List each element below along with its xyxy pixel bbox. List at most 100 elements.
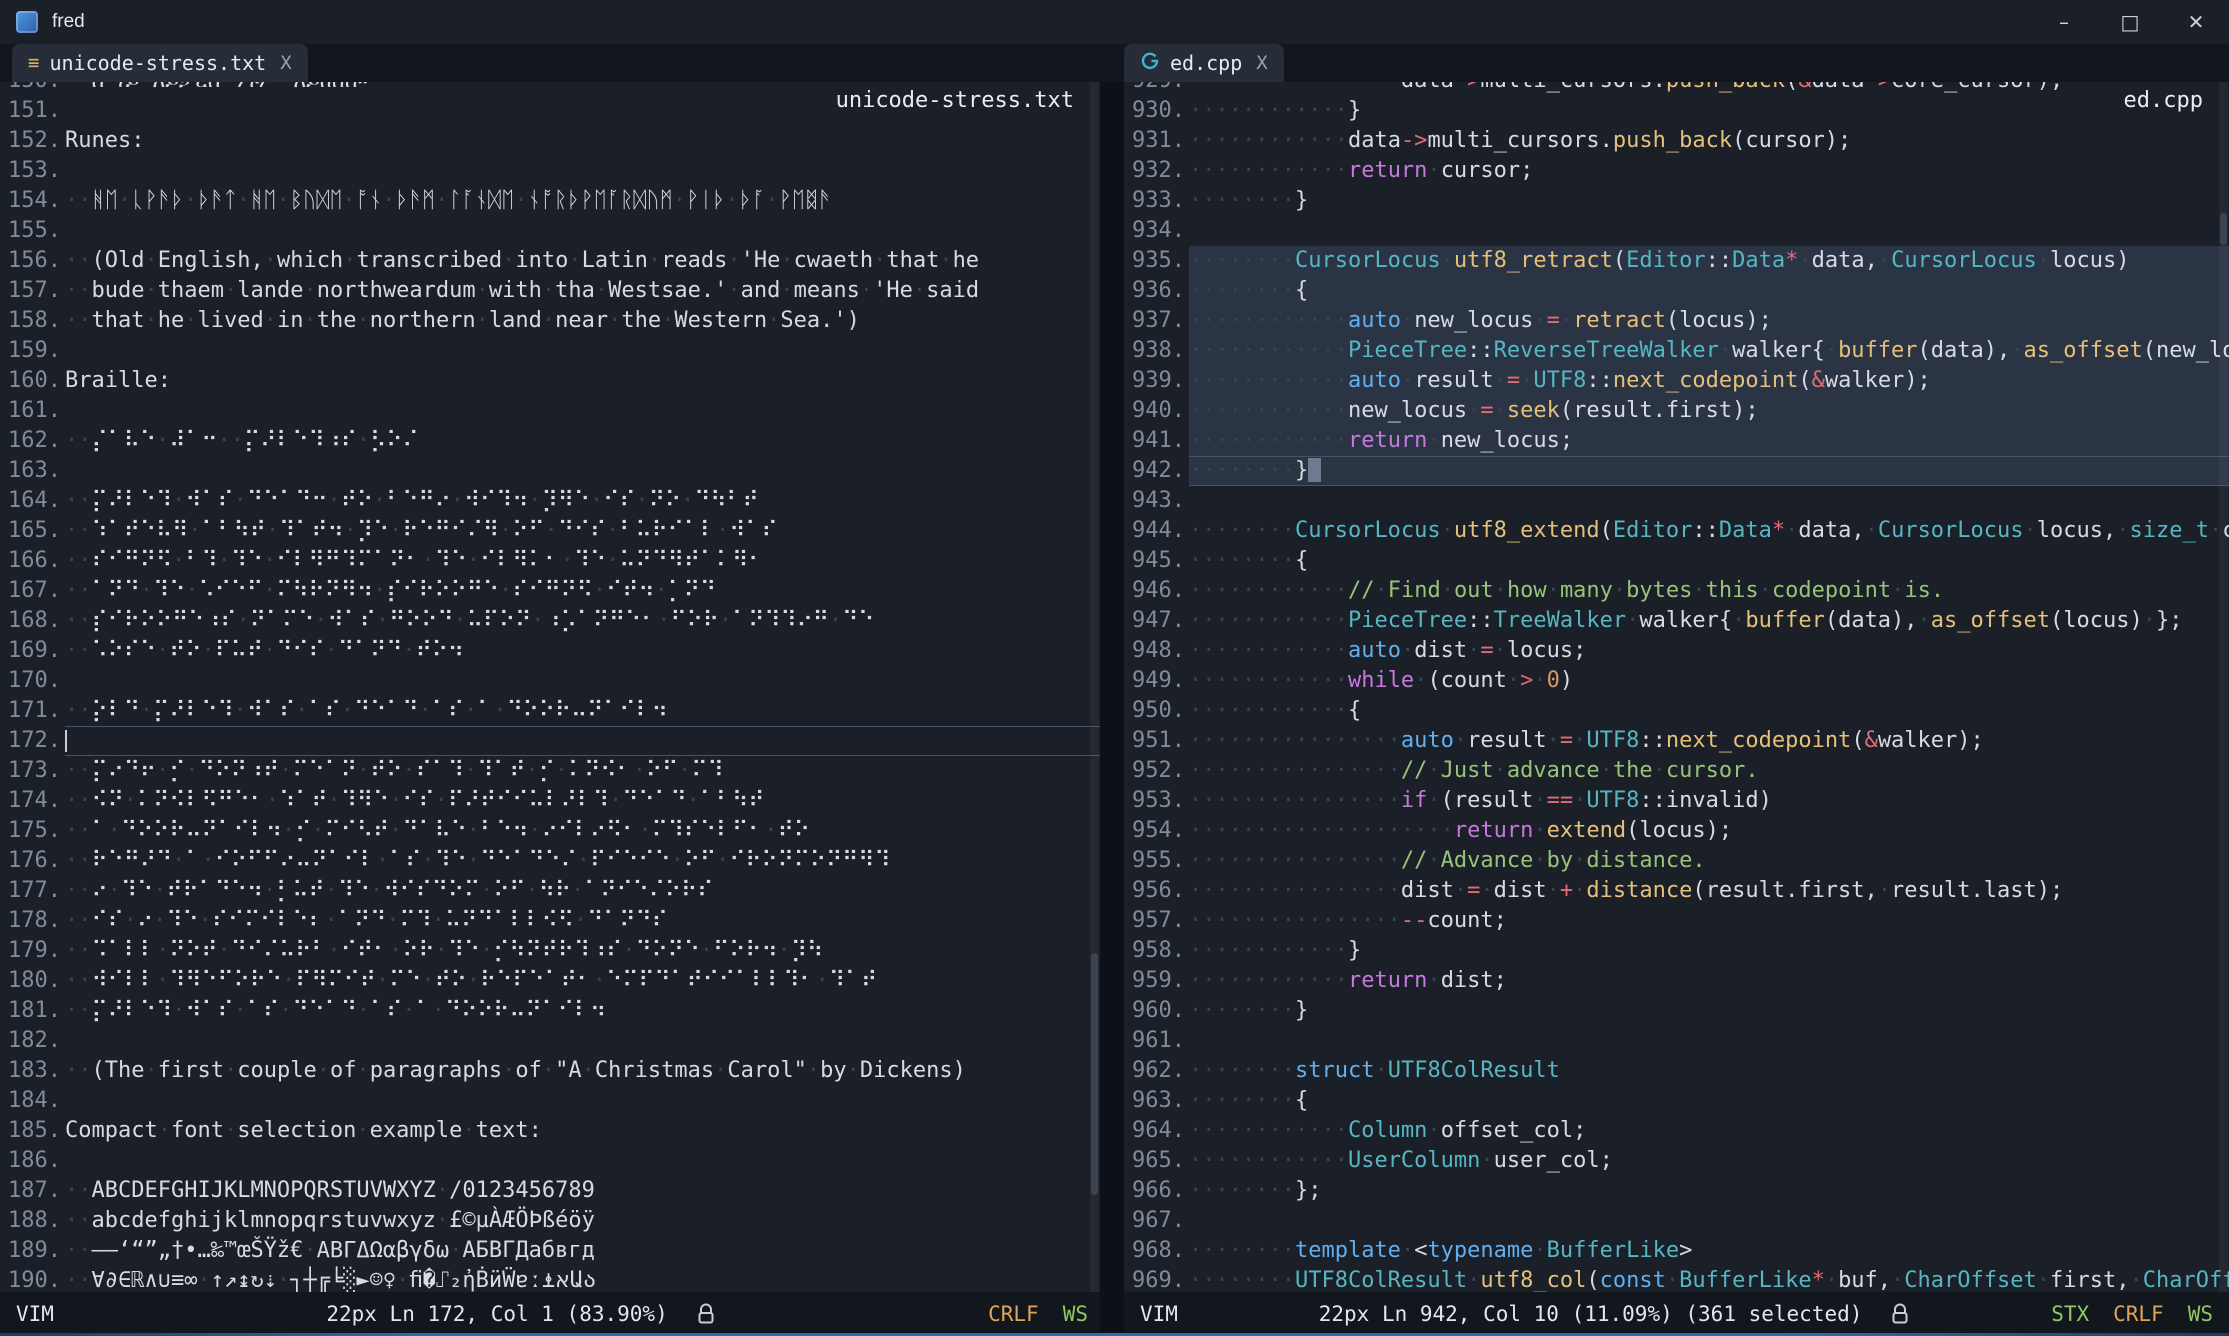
code-line-932[interactable]: 932.············return·cursor; [1124,156,2229,186]
code-line-941[interactable]: 941.············return·new_locus; [1124,426,2229,456]
text-line-152[interactable]: 152.Runes: [0,126,1100,156]
text-line-186[interactable]: 186. [0,1146,1100,1176]
close-button[interactable]: ✕ [2163,0,2229,44]
code-line-938[interactable]: 938.············PieceTree::ReverseTreeWa… [1124,336,2229,366]
code-line-947[interactable]: 947.············PieceTree::TreeWalker·wa… [1124,606,2229,636]
text-line-157[interactable]: 157.··bude·thaem·lande·northweardum·with… [0,276,1100,306]
tab-close-icon[interactable]: X [1256,52,1267,74]
code-line-946[interactable]: 946.············//·Find·out·how·many·byt… [1124,576,2229,606]
code-line-958[interactable]: 958.············} [1124,936,2229,966]
line-number: 179. [0,936,65,966]
text-line-171[interactable]: 171.··⡕⠇⠙·⡍⠜⠇⠑⠹·⠺⠁⠎·⠁⠎·⠙⠑⠁⠙·⠁⠎·⠁·⠙⠕⠕⠗⠤⠝⠁… [0,696,1100,726]
lock-icon[interactable] [1890,1302,1910,1326]
code-line-933[interactable]: 933.········} [1124,186,2229,216]
text-line-164[interactable]: 164.··⡍⠜⠇⠑⠹·⠺⠁⠎·⠙⠑⠁⠙⠒·⠞⠕·⠃⠑⠛⠔·⠺⠊⠹⠲·⡹⠻⠑·⠊… [0,486,1100,516]
text-line-180[interactable]: 180.··⠺⠊⠇⠇·⠹⠻⠑⠋⠕⠗⠑·⠏⠻⠍⠊⠞·⠍⠑·⠞⠕·⠗⠑⠏⠑⠁⠞⠂·⠑… [0,966,1100,996]
text-line-188[interactable]: 188.··abcdefghijklmnopqrstuvwxyz·£©µÀÆÖÞ… [0,1206,1100,1236]
text-line-166[interactable]: 166.··⠎⠊⠛⠝⠫·⠃⠹·⠹⠑·⠊⠇⠻⠛⠹⠍⠁⠝⠂·⠹⠑·⠊⠇⠻⠅⠂·⠹⠑·… [0,546,1100,576]
left-scrollbar[interactable] [1090,82,1099,1292]
text-line-182[interactable]: 182. [0,1026,1100,1056]
text-line-189[interactable]: 189.··–—‘“”„†•…‰™œŠŸž€·ΑΒΓΔΩαβγδω·АБВГДа… [0,1236,1100,1266]
code-line-936[interactable]: 936.········{ [1124,276,2229,306]
code-line-963[interactable]: 963.········{ [1124,1086,2229,1116]
text-line-173[interactable]: 173.··⡍⠔⠙⠖·⡊·⠙⠕⠝⠰⠞·⠍⠑⠁⠝·⠞⠕·⠎⠁⠹·⠹⠁⠞·⡊·⠅⠝⠪… [0,756,1100,786]
code-line-953[interactable]: 953.················if·(result·==·UTF8::… [1124,786,2229,816]
text-line-170[interactable]: 170. [0,666,1100,696]
text-line-172[interactable]: 172. [0,726,1100,756]
code-line-966[interactable]: 966.········}; [1124,1176,2229,1206]
code-line-954[interactable]: 954.····················return·extend(lo… [1124,816,2229,846]
text-line-185[interactable]: 185.Compact·font·selection·example·text: [0,1116,1100,1146]
text-line-159[interactable]: 159. [0,336,1100,366]
text-line-177[interactable]: 177.··⠔·⠹⠑·⠞⠗⠁⠙⠑⠲·⡃⠥⠞·⠹⠑·⠺⠊⠎⠙⠕⠍·⠕⠋·⠳⠗·⠁⠝… [0,876,1100,906]
text-line-155[interactable]: 155. [0,216,1100,246]
text-line-175[interactable]: 175.··⠁·⠙⠕⠕⠗⠤⠝⠁⠊⠇⠲·⡊·⠍⠊⠣⠞·⠙⠁⠧⠑·⠃⠑⠲·⠔⠊⠇⠔⠫… [0,816,1100,846]
text-line-153[interactable]: 153. [0,156,1100,186]
code-line-945[interactable]: 945.········{ [1124,546,2229,576]
code-line-968[interactable]: 968.········template·<typename·BufferLik… [1124,1236,2229,1266]
code-line-950[interactable]: 950.············{ [1124,696,2229,726]
code-line-952[interactable]: 952.················//·Just·advance·the·… [1124,756,2229,786]
text-line-179[interactable]: 179.··⠩⠁⠇⠇·⠝⠕⠞·⠙⠊⠌⠥⠗⠃·⠊⠞⠂·⠕⠗·⠹⠑·⡊⠳⠝⠞⠗⠹⠰⠎… [0,936,1100,966]
text-line-184[interactable]: 184. [0,1086,1100,1116]
code-line-944[interactable]: 944.········CursorLocus·utf8_extend(Edit… [1124,516,2229,546]
maximize-button[interactable]: □ [2097,0,2163,44]
code-line-959[interactable]: 959.············return·dist; [1124,966,2229,996]
line-number: 934. [1124,216,1189,246]
text-line-167[interactable]: 167.··⠁⠝⠙·⠹⠑·⠡⠊⠑⠋·⠍⠳⠗⠝⠻⠲·⡎⠊⠗⠕⠕⠛⠑·⠎⠊⠛⠝⠫·⠊… [0,576,1100,606]
code-line-929[interactable]: 929.················data->multi_cursors.… [1124,82,2229,96]
code-line-937[interactable]: 937.············auto·new_locus·=·retract… [1124,306,2229,336]
code-line-965[interactable]: 965.············UserColumn·user_col; [1124,1146,2229,1176]
text-line-174[interactable]: 174.··⠪⠝·⠅⠝⠪⠇⠫⠛⠑⠂·⠱⠁⠞·⠹⠻⠑·⠊⠎·⠏⠜⠞⠊⠊⠥⠇⠜⠇⠹·… [0,786,1100,816]
right-scrollbar-thumb[interactable] [2220,213,2227,245]
text-line-190[interactable]: 190.··∀∂∈ℝ∧∪≡∞·↑↗↨↻⇣·┐┼╔╘░►☺♀·ﬁ�⑀₂ἠḂӥẄɐː… [0,1266,1100,1292]
code-line-942[interactable]: 942.········} [1124,456,2229,486]
left-scrollbar-thumb[interactable] [1091,953,1098,1195]
left-editor-pane[interactable]: unicode-stress.txt 150.··ሰማይ·አይታረስ·ንጉሥ·አ… [0,82,1100,1292]
text-line-163[interactable]: 163. [0,456,1100,486]
text-line-176[interactable]: 176.··⠗⠑⠛⠜⠙·⠁·⠊⠕⠋⠋⠔⠤⠝⠁⠊⠇·⠁⠎·⠹⠑·⠙⠑⠁⠙⠑⠌·⠏⠊… [0,846,1100,876]
tab-close-icon[interactable]: X [280,52,291,74]
code-line-957[interactable]: 957.················--count; [1124,906,2229,936]
code-line-940[interactable]: 940.············new_locus·=·seek(result.… [1124,396,2229,426]
minimize-button[interactable]: – [2031,0,2097,44]
text-line-158[interactable]: 158.··that·he·lived·in·the·northern·land… [0,306,1100,336]
code-line-961[interactable]: 961. [1124,1026,2229,1056]
code-line-960[interactable]: 960.········} [1124,996,2229,1026]
code-line-962[interactable]: 962.········struct·UTF8ColResult [1124,1056,2229,1086]
text-line-156[interactable]: 156.··(Old·English,·which·transcribed·in… [0,246,1100,276]
code-line-943[interactable]: 943. [1124,486,2229,516]
lock-icon[interactable] [696,1302,716,1326]
tab-ed-cpp[interactable]: ed.cpp X [1124,44,1284,82]
code-line-939[interactable]: 939.············auto·result·=·UTF8::next… [1124,366,2229,396]
line-number: 156. [0,246,65,276]
right-scrollbar[interactable] [2219,82,2228,1292]
text-line-187[interactable]: 187.··ABCDEFGHIJKLMNOPQRSTUVWXYZ·/012345… [0,1176,1100,1206]
line-number: 190. [0,1266,65,1292]
text-line-168[interactable]: 168.··⡎⠊⠗⠕⠕⠛⠑⠰⠎·⠝⠁⠍⠑·⠺⠁⠎·⠛⠕⠕⠙·⠥⠏⠕⠝·⠰⡡⠁⠝⠛… [0,606,1100,636]
text-line-169[interactable]: 169.··⠡⠕⠎⠑·⠞⠕·⠏⠥⠞·⠙⠊⠎·⠙⠁⠝⠙·⠞⠕⠲ [0,636,1100,666]
code-line-964[interactable]: 964.············Column·offset_col; [1124,1116,2229,1146]
pane-divider[interactable] [1100,82,1124,1292]
text-line-165[interactable]: 165.··⠱⠁⠞⠑⠧⠻·⠁⠃⠳⠞·⠹⠁⠞⠲·⡹⠑·⠗⠑⠛⠊⠌⠻·⠕⠋·⠙⠊⠎·… [0,516,1100,546]
code-line-948[interactable]: 948.············auto·dist·=·locus; [1124,636,2229,666]
text-line-162[interactable]: 162.··⡌⠁⠧⠑·⠼⠁⠒··⡍⠜⠇⠑⠹⠰⠎·⡣⠕⠌ [0,426,1100,456]
text-line-160[interactable]: 160.Braille: [0,366,1100,396]
code-line-955[interactable]: 955.················//·Advance·by·distan… [1124,846,2229,876]
right-editor-pane[interactable]: ed.cpp 929.················data->multi_c… [1124,82,2229,1292]
code-line-949[interactable]: 949.············while·(count·>·0) [1124,666,2229,696]
text-line-178[interactable]: 178.··⠊⠎·⠔·⠹⠑·⠎⠊⠍⠊⠇⠑⠆·⠁⠝⠙·⠍⠹·⠥⠝⠙⠁⠇⠇⠪⠫·⠙⠁… [0,906,1100,936]
code-line-967[interactable]: 967. [1124,1206,2229,1236]
code-line-934[interactable]: 934. [1124,216,2229,246]
code-line-930[interactable]: 930.············} [1124,96,2229,126]
code-line-951[interactable]: 951.················auto·result·=·UTF8::… [1124,726,2229,756]
text-line-154[interactable]: 154.··ᚻᛖ·ᚳᚹᚫᚦ·ᚦᚫᛏ·ᚻᛖ·ᛒᚢᛞᛖ·ᚩᚾ·ᚦᚫᛗ·ᛚᚪᚾᛞᛖ·ᚾ… [0,186,1100,216]
code-line-931[interactable]: 931.············data->multi_cursors.push… [1124,126,2229,156]
tab-unicode-stress[interactable]: ≡ unicode-stress.txt X [12,44,308,82]
text-line-183[interactable]: 183.··(The·first·couple·of·paragraphs·of… [0,1056,1100,1086]
code-line-956[interactable]: 956.················dist·=·dist·+·distan… [1124,876,2229,906]
text-line-161[interactable]: 161. [0,396,1100,426]
code-line-935[interactable]: 935.········CursorLocus·utf8_retract(Edi… [1124,246,2229,276]
text-line-181[interactable]: 181.··⡍⠜⠇⠑⠹·⠺⠁⠎·⠁⠎·⠙⠑⠁⠙·⠁⠎·⠁·⠙⠕⠕⠗⠤⠝⠁⠊⠇⠲ [0,996,1100,1026]
code-line-969[interactable]: 969.········UTF8ColResult·utf8_col(const… [1124,1266,2229,1292]
